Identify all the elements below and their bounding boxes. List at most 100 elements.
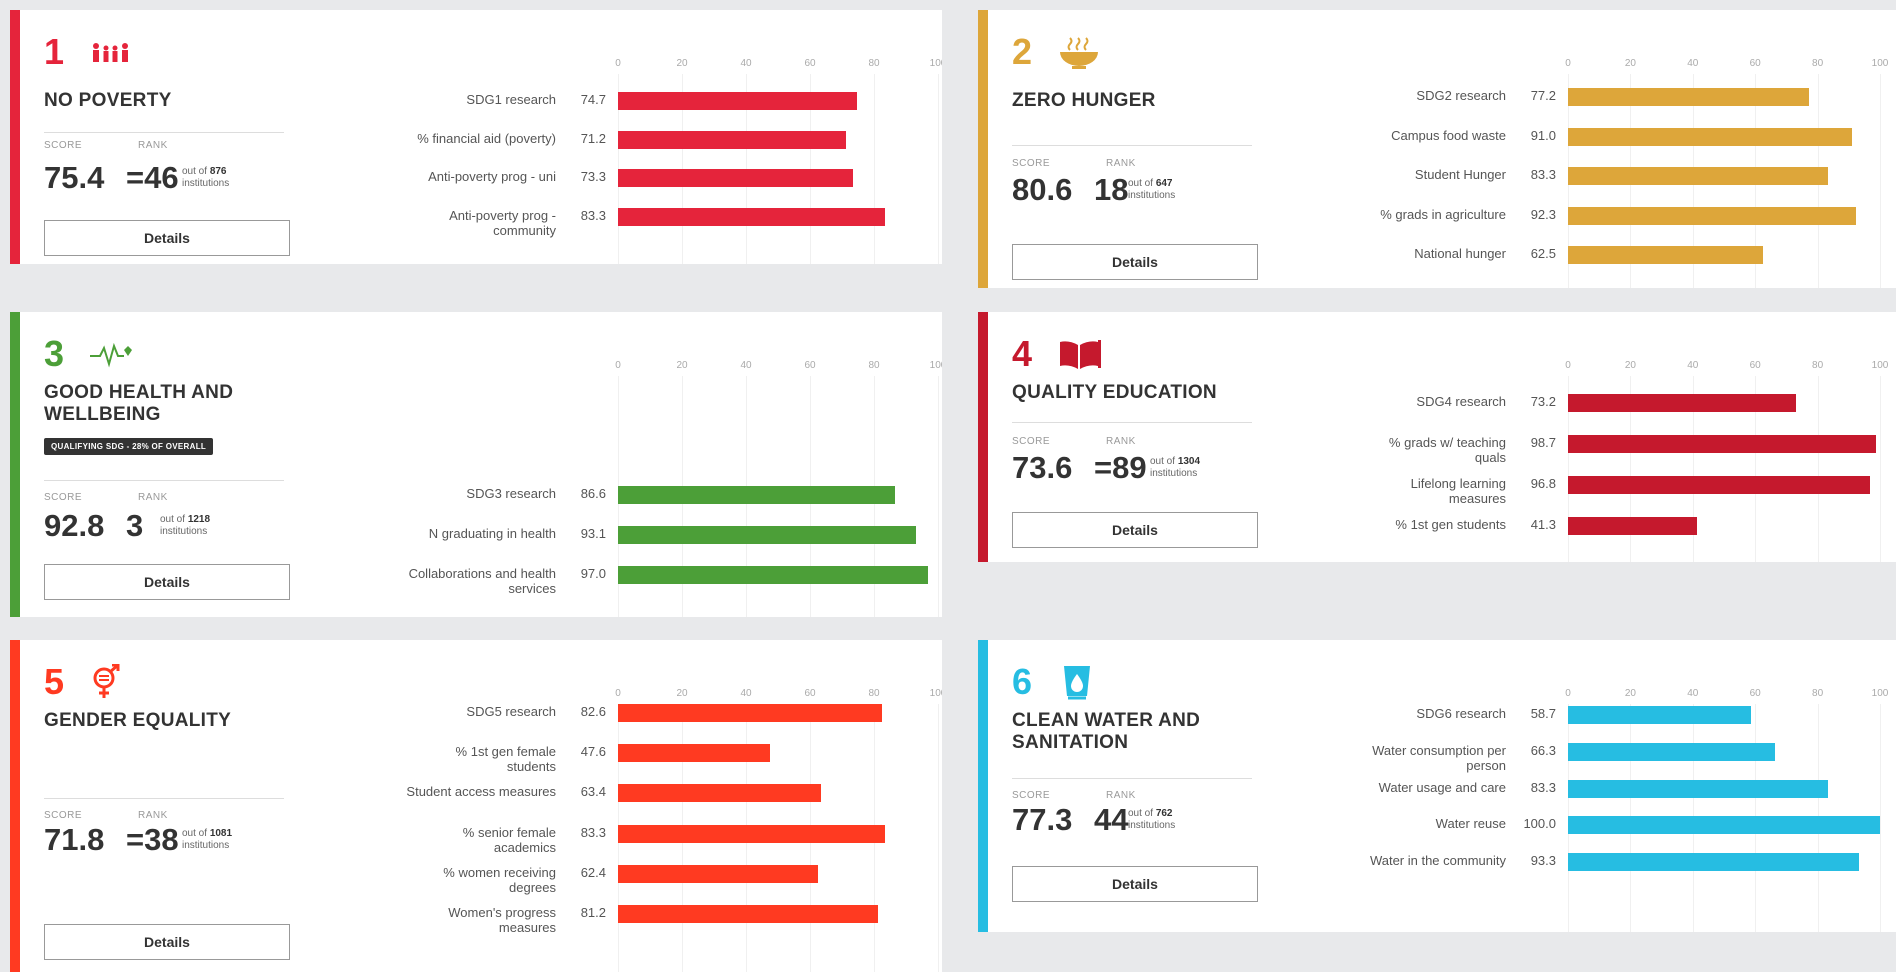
score-label: SCORE bbox=[1012, 436, 1051, 447]
rank-out-of: out of 1081 institutions bbox=[182, 828, 232, 852]
sdg-title: GENDER EQUALITY bbox=[44, 710, 232, 731]
sdg-card-4: 4 QUALITY EDUCATION SCORE RANK 73.6 =89 out of… bbox=[978, 312, 1896, 562]
metric-label: National hunger bbox=[1414, 246, 1506, 261]
metric-label: SDG2 research bbox=[1416, 88, 1506, 103]
out-of-suffix: institutions bbox=[160, 526, 208, 537]
axis-tick: 40 bbox=[1687, 688, 1699, 699]
metric-score: 62.4 bbox=[580, 864, 606, 880]
metric-bar bbox=[1568, 517, 1697, 535]
metric-row: SDG5 research 82.6 bbox=[320, 704, 942, 738]
divider bbox=[1012, 778, 1252, 779]
card-accent-bar bbox=[978, 640, 988, 932]
metric-row: Lifelong learning measures 96.8 bbox=[1278, 476, 1896, 510]
metric-label: Water in the community bbox=[1369, 853, 1506, 869]
metric-row: Campus food waste 91.0 bbox=[1278, 127, 1896, 162]
details-button[interactable]: Details bbox=[1012, 866, 1258, 902]
rank-value: =38 bbox=[126, 822, 179, 857]
axis-tick: 20 bbox=[1624, 58, 1636, 69]
score-label: SCORE bbox=[1012, 158, 1051, 169]
metric-row: SDG3 research 86.6 bbox=[320, 486, 942, 520]
metric-label: SDG4 research bbox=[1416, 394, 1506, 409]
metric-score: 73.2 bbox=[1530, 394, 1556, 409]
rank-out-of: out of 762 institutions bbox=[1128, 808, 1175, 832]
out-of-suffix: institutions bbox=[182, 178, 230, 189]
metric-row: % 1st gen students 41.3 bbox=[1278, 517, 1896, 551]
metric-label: % financial aid (poverty) bbox=[417, 130, 556, 146]
metrics-chart: 0 20 40 60 80 100 SDG4 research 73.2 % grads w/ … bbox=[1278, 312, 1896, 562]
metric-bar bbox=[618, 704, 883, 722]
metric-score: 62.5 bbox=[1530, 246, 1556, 261]
sdg-card-5: 5 GENDER EQUALITY SCORE RANK 71.8 =38 out of 1… bbox=[10, 640, 942, 972]
score-label: SCORE bbox=[44, 810, 83, 821]
axis-tick: 60 bbox=[804, 58, 816, 69]
metric-bar bbox=[1568, 853, 1860, 872]
metric-score: 93.3 bbox=[1530, 853, 1556, 869]
axis-tick: 100 bbox=[929, 360, 942, 371]
metric-label: SDG1 research bbox=[466, 92, 556, 107]
sdg-card-1: 1 NO POVERTY SCORE RANK 75.4 =46 out of 876 ins… bbox=[10, 10, 942, 264]
out-of-suffix: institutions bbox=[1128, 190, 1176, 201]
axis-tick: 80 bbox=[868, 688, 880, 699]
divider bbox=[1012, 145, 1252, 146]
metric-bar bbox=[618, 169, 853, 188]
metric-score: 83.3 bbox=[1530, 779, 1556, 795]
rank-out-of: out of 1304 institutions bbox=[1150, 456, 1200, 480]
metric-row: Anti-poverty prog - uni 73.3 bbox=[320, 169, 942, 203]
metric-bar bbox=[1568, 742, 1775, 761]
metric-bar bbox=[1568, 779, 1828, 798]
axis-tick: 60 bbox=[804, 360, 816, 371]
axis-tick: 80 bbox=[868, 58, 880, 69]
metric-bar bbox=[618, 130, 846, 149]
metric-score: 47.6 bbox=[580, 744, 606, 760]
metric-row: Collaborations and health services 97.0 bbox=[320, 566, 942, 600]
metric-bar bbox=[618, 486, 896, 504]
metric-row: N graduating in health 93.1 bbox=[320, 526, 942, 560]
sdg-card-6: 6 CLEAN WATER AND SANITATION SCORE RANK 77.3… bbox=[978, 640, 1896, 932]
metric-score: 83.3 bbox=[1530, 167, 1556, 182]
details-button[interactable]: Details bbox=[44, 220, 290, 256]
axis-tick: 20 bbox=[676, 58, 688, 69]
card-accent-bar bbox=[978, 312, 988, 562]
heartbeat-icon bbox=[88, 336, 134, 372]
metric-score: 83.3 bbox=[580, 824, 606, 840]
metric-bar bbox=[1568, 435, 1876, 453]
out-of-count: 1218 bbox=[187, 514, 211, 525]
details-button[interactable]: Details bbox=[1012, 244, 1258, 280]
details-button[interactable]: Details bbox=[44, 924, 290, 960]
metric-row: Water in the community 93.3 bbox=[1278, 853, 1896, 887]
axis-tick: 40 bbox=[740, 360, 752, 371]
axis-tick: 0 bbox=[615, 58, 621, 69]
divider bbox=[44, 132, 284, 133]
metric-row: Student access measures 63.4 bbox=[320, 784, 942, 818]
axis-tick: 0 bbox=[615, 688, 621, 699]
details-button[interactable]: Details bbox=[44, 564, 290, 600]
metric-bar bbox=[1568, 167, 1828, 185]
metric-label: Water consumption per person bbox=[1372, 742, 1506, 773]
metric-bar bbox=[1568, 706, 1752, 724]
metric-score: 98.7 bbox=[1530, 435, 1556, 450]
metric-bar bbox=[1568, 246, 1763, 264]
axis-tick: 0 bbox=[1565, 360, 1571, 371]
metric-label: Student Hunger bbox=[1414, 167, 1506, 182]
out-of-count: 647 bbox=[1155, 178, 1173, 189]
metric-score: 81.2 bbox=[580, 905, 606, 920]
metric-row: Student Hunger 83.3 bbox=[1278, 167, 1896, 201]
metric-bar bbox=[618, 566, 929, 584]
score-label: SCORE bbox=[44, 492, 83, 503]
axis-tick: 20 bbox=[676, 688, 688, 699]
metric-score: 93.1 bbox=[580, 526, 606, 541]
metric-label: % women receiving degrees bbox=[443, 864, 556, 895]
metric-row: Women's progress measures 81.2 bbox=[320, 905, 942, 939]
metric-row: % 1st gen female students 47.6 bbox=[320, 744, 942, 778]
metric-label: SDG5 research bbox=[466, 704, 556, 719]
metric-bar bbox=[1568, 88, 1809, 106]
details-button[interactable]: Details bbox=[1012, 512, 1258, 548]
score-value: 77.3 bbox=[1012, 802, 1073, 837]
metric-row: National hunger 62.5 bbox=[1278, 246, 1896, 280]
axis-tick: 20 bbox=[1624, 688, 1636, 699]
metric-label: Lifelong learning measures bbox=[1410, 476, 1506, 506]
axis-tick: 20 bbox=[676, 360, 688, 371]
sdg-title: ZERO HUNGER bbox=[1012, 90, 1156, 111]
rank-out-of: out of 647 institutions bbox=[1128, 178, 1175, 202]
out-of-prefix: out of bbox=[182, 166, 208, 177]
